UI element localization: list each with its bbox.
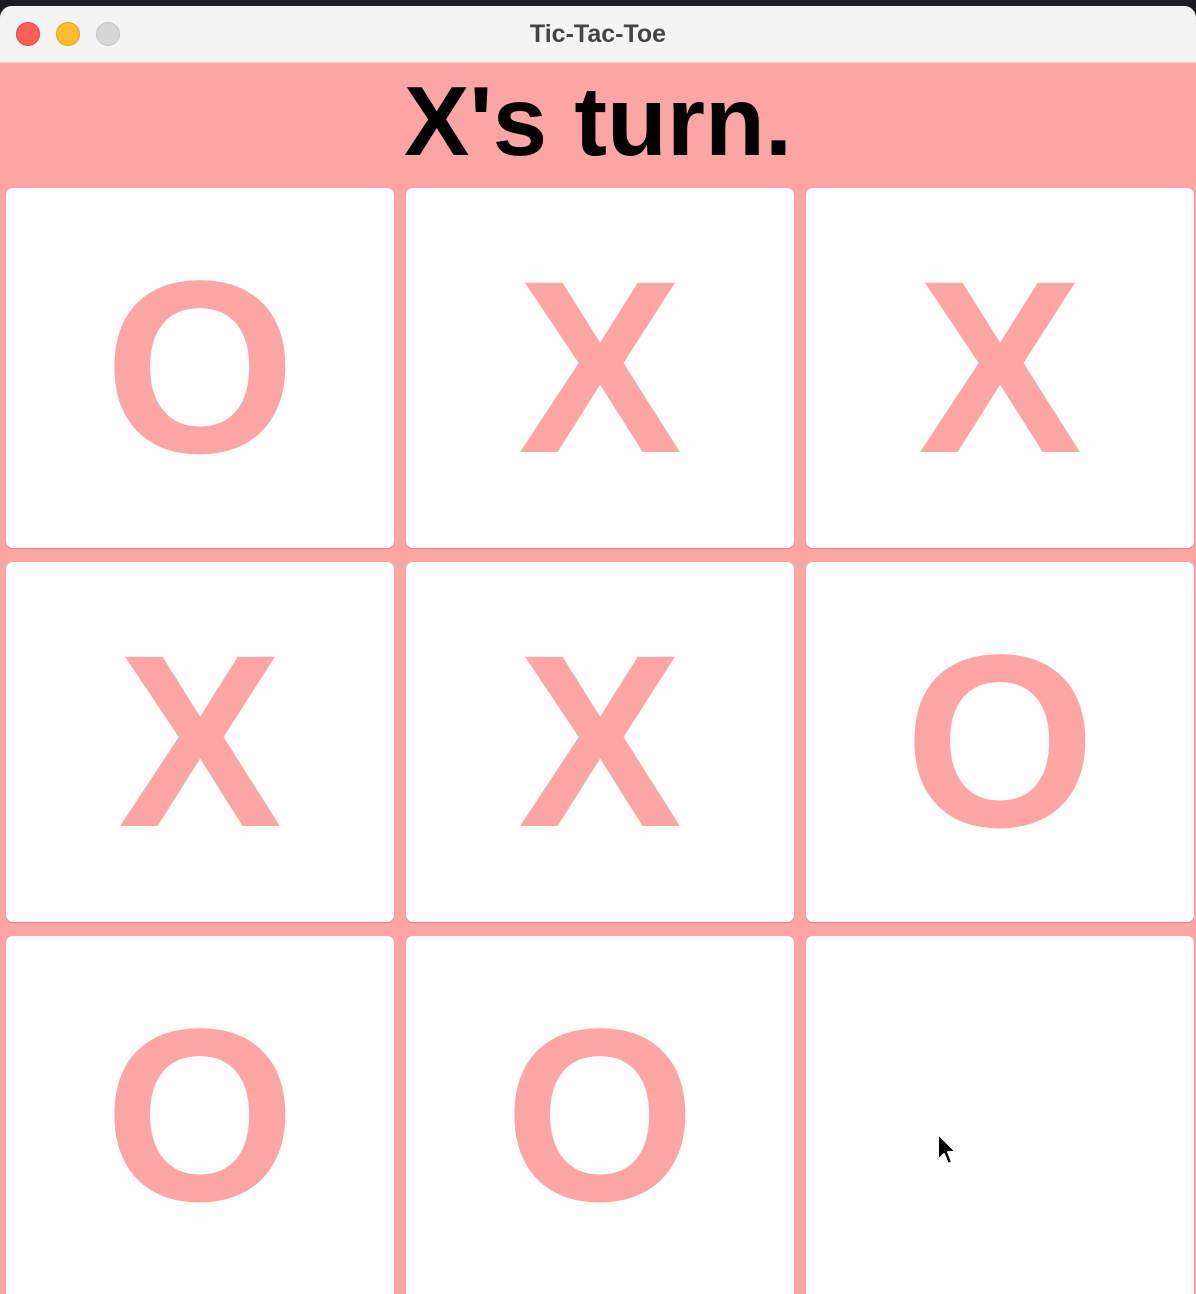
board-cell-8[interactable]: O xyxy=(406,936,794,1294)
cell-mark: X xyxy=(517,604,683,879)
board-cell-4[interactable]: X xyxy=(6,562,394,922)
window-title: Tic-Tac-Toe xyxy=(529,20,667,48)
board-cell-2[interactable]: X xyxy=(406,188,794,548)
cell-mark: O xyxy=(104,978,296,1253)
cell-mark: X xyxy=(917,230,1083,505)
title-bar[interactable]: Tic-Tac-Toe xyxy=(0,6,1196,63)
cell-mark xyxy=(806,936,1194,1294)
board-cell-5[interactable]: X xyxy=(406,562,794,922)
cell-mark: X xyxy=(117,604,283,879)
board-cell-3[interactable]: X xyxy=(806,188,1194,548)
board-cell-7[interactable]: O xyxy=(6,936,394,1294)
app-window: Tic-Tac-Toe X's turn. O X X X X O O O xyxy=(0,6,1196,1294)
board-cell-6[interactable]: O xyxy=(806,562,1194,922)
turn-status: X's turn. xyxy=(403,66,793,176)
board-cell-9[interactable] xyxy=(806,936,1194,1294)
board-cell-1[interactable]: O xyxy=(6,188,394,548)
cell-mark: X xyxy=(517,230,683,505)
cell-mark: O xyxy=(904,604,1096,879)
mouse-pointer-icon xyxy=(937,1133,957,1165)
cell-mark: O xyxy=(104,230,296,505)
cell-mark: O xyxy=(504,978,696,1253)
